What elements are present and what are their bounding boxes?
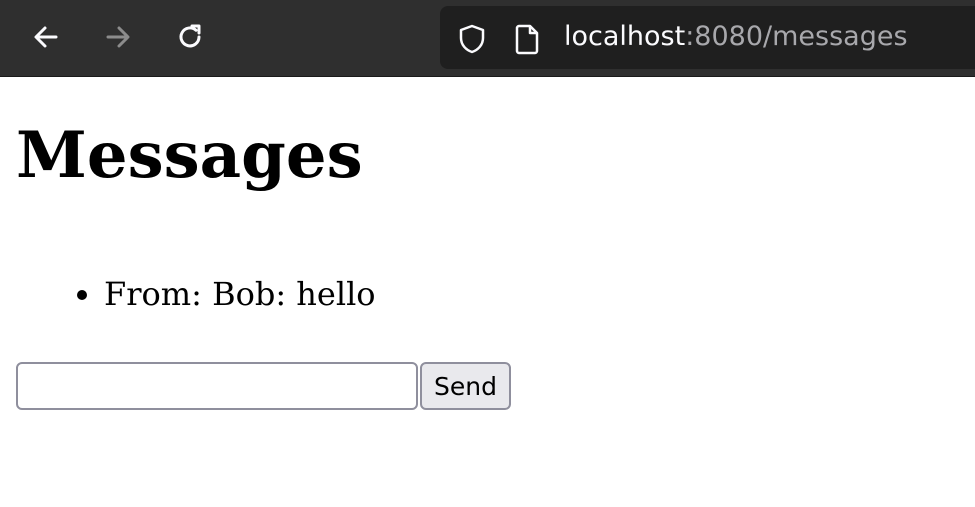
message-form: Send bbox=[16, 362, 511, 410]
list-item: From: Bob: hello bbox=[104, 274, 376, 314]
reload-icon bbox=[174, 21, 206, 53]
url-path: :8080/messages bbox=[685, 21, 908, 52]
url-text[interactable]: localhost:8080/messages bbox=[564, 20, 908, 54]
forward-button[interactable] bbox=[95, 14, 141, 60]
message-list: From: Bob: hello bbox=[16, 274, 376, 314]
reload-button[interactable] bbox=[167, 14, 213, 60]
shield-icon[interactable] bbox=[456, 23, 488, 60]
arrow-left-icon bbox=[30, 21, 62, 53]
page-title: Messages bbox=[16, 118, 363, 193]
arrow-right-icon bbox=[102, 21, 134, 53]
message-input[interactable] bbox=[16, 362, 418, 410]
browser-toolbar: localhost:8080/messages bbox=[0, 0, 975, 77]
send-button[interactable]: Send bbox=[420, 362, 511, 410]
page-icon bbox=[514, 23, 542, 60]
address-bar[interactable]: localhost:8080/messages bbox=[440, 6, 975, 69]
url-host: localhost bbox=[564, 21, 686, 52]
back-button[interactable] bbox=[23, 14, 69, 60]
